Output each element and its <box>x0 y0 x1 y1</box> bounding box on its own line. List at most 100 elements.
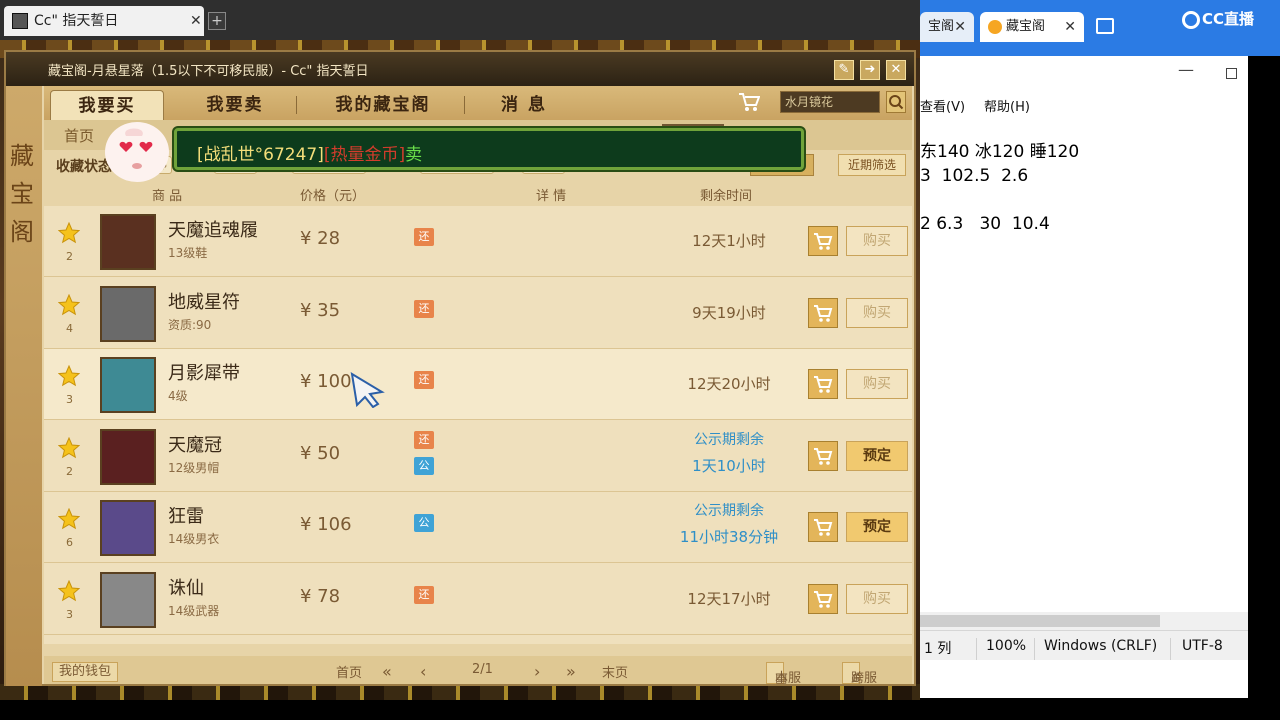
add-to-cart-button[interactable] <box>808 226 838 256</box>
item-thumbnail[interactable] <box>100 285 156 342</box>
status-badge[interactable]: 还 <box>414 228 434 246</box>
item-name[interactable]: 狂雷 <box>168 502 204 528</box>
scrollbar-thumb[interactable] <box>920 615 1160 627</box>
item-name[interactable]: 地威星符 <box>168 288 240 314</box>
status-badge[interactable]: 公 <box>414 456 434 475</box>
table-row[interactable]: 3 诛仙 14级武器 ¥ 78 还 12天17小时 购买 <box>44 564 912 635</box>
double-right-icon[interactable]: » <box>566 662 576 681</box>
add-to-cart-button[interactable] <box>808 297 838 328</box>
edit-icon[interactable]: ✎ <box>834 60 854 80</box>
side-logo-char: 宝 <box>10 180 34 208</box>
add-to-cart-button[interactable] <box>808 369 838 399</box>
status-badge[interactable]: 还 <box>414 430 434 449</box>
item-name[interactable]: 月影犀带 <box>168 359 240 385</box>
broadcast-text: [战乱世°67247][热量金币]卖 <box>197 140 422 165</box>
remaining-time: 9天19小时 <box>692 303 766 322</box>
arrow-right-icon[interactable]: ➜ <box>860 60 880 80</box>
cart-icon[interactable] <box>738 92 760 112</box>
cc-live-logo: CC直播 <box>1182 8 1254 30</box>
side-logo-char: 藏 <box>10 142 34 170</box>
status-badge[interactable]: 还 <box>414 585 434 604</box>
status-badge[interactable]: 还 <box>414 299 434 318</box>
favorite-star-icon[interactable] <box>58 222 80 244</box>
double-left-icon[interactable]: « <box>382 662 392 681</box>
item-thumbnail[interactable] <box>100 214 156 270</box>
table-row[interactable]: 2 天魔冠 12级男帽 ¥ 50 还公 公示期剩余 1天10小时 预定 <box>44 421 912 492</box>
buy-button[interactable]: 购买 <box>846 583 908 614</box>
item-thumbnail[interactable] <box>100 571 156 628</box>
notepad-titlebar: — <box>920 56 1248 90</box>
notepad-text-area[interactable]: 东140 冰120 睡120 3 102.5 2.6 2 6.3 30 10.4 <box>920 140 1079 236</box>
reserve-button[interactable]: 预定 <box>846 512 908 542</box>
new-tab-button[interactable]: + <box>208 12 226 30</box>
close-icon[interactable]: ✕ <box>954 12 966 42</box>
item-thumbnail[interactable] <box>100 357 156 413</box>
screen-edge <box>1248 56 1280 698</box>
item-name[interactable]: 天魔冠 <box>168 431 222 457</box>
subtab-home[interactable]: 首页 <box>64 124 94 148</box>
table-row[interactable]: 3 月影犀带 4级 ¥ 100 还 12天20小时 购买 <box>44 349 912 420</box>
favorite-star-icon[interactable] <box>58 579 80 602</box>
item-price: ¥ 50 <box>300 442 341 464</box>
status-badge[interactable]: 还 <box>414 371 434 389</box>
first-page-button[interactable]: 首页 <box>336 662 362 681</box>
tab-sell[interactable]: 我要卖 <box>180 90 290 120</box>
maximize-icon[interactable] <box>1226 68 1237 79</box>
item-price: ¥ 28 <box>300 228 341 249</box>
last-page-button[interactable]: 末页 <box>602 662 628 681</box>
favorite-star-icon[interactable] <box>58 293 80 316</box>
menu-help[interactable]: 帮助(H) <box>984 96 1030 115</box>
broadcast-player: [战乱世°67247] <box>197 145 324 165</box>
close-icon[interactable]: ✕ <box>886 60 906 80</box>
item-thumbnail[interactable] <box>100 500 156 556</box>
mascot-avatar-icon <box>105 122 169 182</box>
favorite-star-icon[interactable] <box>58 508 80 530</box>
add-to-cart-button[interactable] <box>808 512 838 542</box>
chevron-left-icon[interactable]: ‹ <box>420 662 426 681</box>
add-to-cart-button[interactable] <box>808 440 838 471</box>
item-name[interactable]: 诛仙 <box>168 574 204 600</box>
game-tab-icon <box>12 13 28 29</box>
tab-my-pavilion[interactable]: 我的藏宝阁 <box>308 90 458 120</box>
chevron-right-icon[interactable]: › <box>534 662 540 681</box>
close-icon[interactable]: ✕ <box>190 6 202 36</box>
buy-button[interactable]: 购买 <box>846 369 908 399</box>
browser-tab-active[interactable]: 藏宝阁 ✕ <box>980 12 1084 42</box>
add-to-cart-button[interactable] <box>808 583 838 614</box>
buy-button[interactable]: 购买 <box>846 297 908 328</box>
status-separator <box>1034 638 1035 660</box>
cart-icon <box>814 519 833 536</box>
text-line: 3 102.5 2.6 <box>920 166 1029 186</box>
minimize-icon[interactable]: — <box>1178 60 1194 79</box>
favorite-star-icon[interactable] <box>58 365 80 387</box>
reserve-button[interactable]: 预定 <box>846 440 908 471</box>
text-line: 东140 冰120 睡120 <box>920 142 1080 162</box>
tab-messages[interactable]: 消 息 <box>474 90 574 120</box>
recent-filter-button[interactable]: 近期筛选 <box>838 154 906 176</box>
menu-view[interactable]: 查看(V) <box>920 96 965 115</box>
search-input[interactable]: 水月镜花 <box>780 91 880 113</box>
status-badge[interactable]: 公 <box>414 514 434 532</box>
item-name[interactable]: 天魔追魂履 <box>168 216 258 242</box>
column-detail: 详 情 <box>536 189 567 204</box>
browser-tab[interactable]: 宝阁 ✕ <box>920 12 974 42</box>
local-server-button[interactable]: ▤ 本服 <box>766 662 801 686</box>
horizontal-scrollbar[interactable] <box>920 612 1248 630</box>
status-separator <box>976 638 977 660</box>
status-eol: Windows (CRLF) <box>1044 638 1158 654</box>
item-price: ¥ 78 <box>300 585 341 607</box>
table-row[interactable]: 6 狂雷 14级男衣 ¥ 106 公 公示期剩余 11小时38分钟 预定 <box>44 492 912 563</box>
favorite-star-icon[interactable] <box>58 436 80 459</box>
table-row[interactable]: 4 地威星符 资质:90 ¥ 35 还 9天19小时 购买 <box>44 278 912 349</box>
table-row[interactable]: 2 天魔追魂履 13级鞋 ¥ 28 还 12天1小时 购买 <box>44 206 912 277</box>
remaining-time: 12天17小时 <box>687 589 771 608</box>
item-thumbnail[interactable] <box>100 428 156 485</box>
item-price: ¥ 100 <box>300 371 352 392</box>
game-tab[interactable]: Cc" 指天誓日 ✕ <box>4 6 204 36</box>
close-icon[interactable]: ✕ <box>1064 12 1076 42</box>
buy-button[interactable]: 购买 <box>846 226 908 256</box>
new-tab-icon[interactable] <box>1096 18 1114 34</box>
wallet-button[interactable]: 我的钱包 <box>52 662 119 682</box>
cross-server-button[interactable]: ⊕ 跨服 <box>842 662 877 686</box>
search-button[interactable] <box>886 91 906 113</box>
